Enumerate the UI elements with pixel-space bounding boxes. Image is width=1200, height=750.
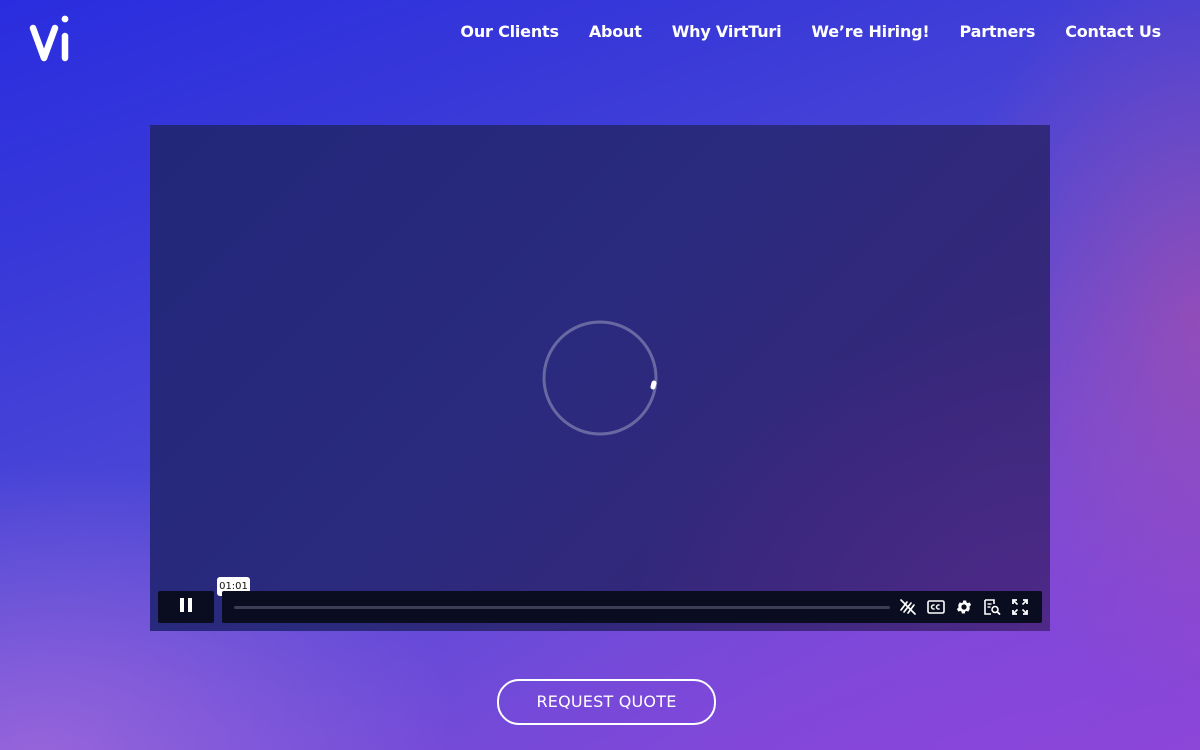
main-nav: Our Clients About Why VirtTuri We’re Hir… bbox=[460, 22, 1161, 41]
transcript-icon[interactable] bbox=[982, 597, 1002, 617]
nav-our-clients[interactable]: Our Clients bbox=[460, 22, 559, 41]
vi-logo-icon[interactable] bbox=[28, 14, 76, 66]
nav-why-virtturi[interactable]: Why VirtTuri bbox=[672, 22, 782, 41]
reduced-motion-icon[interactable] bbox=[898, 597, 918, 617]
settings-icon[interactable] bbox=[954, 597, 974, 617]
pause-icon bbox=[179, 597, 193, 617]
video-player[interactable]: 01:01 bbox=[150, 125, 1050, 631]
nav-about[interactable]: About bbox=[589, 22, 642, 41]
nav-contact-us[interactable]: Contact Us bbox=[1065, 22, 1161, 41]
fullscreen-icon[interactable] bbox=[1010, 597, 1030, 617]
nav-partners[interactable]: Partners bbox=[960, 22, 1036, 41]
closed-captions-icon[interactable] bbox=[926, 597, 946, 617]
pause-button[interactable] bbox=[158, 591, 214, 623]
nav-hiring[interactable]: We’re Hiring! bbox=[811, 22, 929, 41]
request-quote-button[interactable]: REQUEST QUOTE bbox=[497, 679, 716, 725]
control-bar bbox=[222, 591, 1042, 623]
spinner-icon bbox=[542, 320, 658, 436]
progress-bar[interactable] bbox=[234, 606, 890, 609]
